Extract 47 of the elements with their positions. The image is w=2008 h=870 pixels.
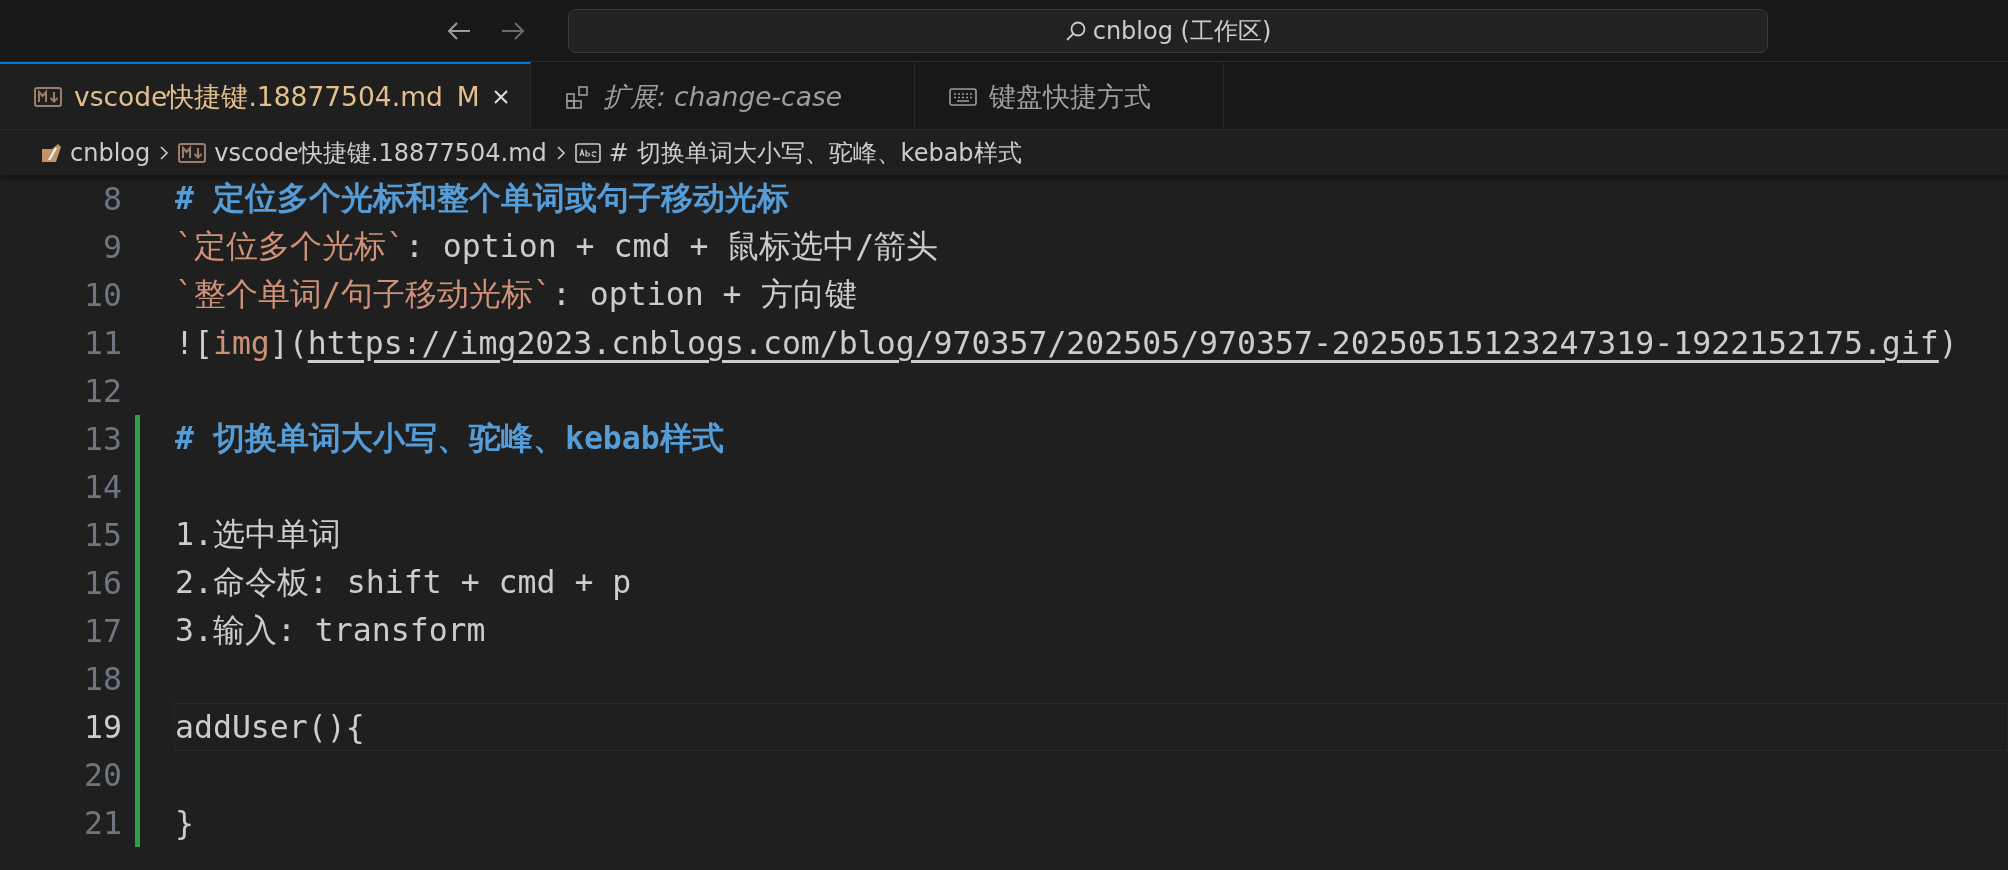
code-text: 1.选中单词: [175, 515, 341, 554]
code-text: : option + 方向键: [551, 275, 857, 314]
breadcrumb-item[interactable]: vscode快捷键.18877504.md: [214, 136, 547, 169]
code-text: addUser(){: [175, 709, 365, 745]
markdown-icon: [34, 86, 62, 107]
code-text: ![: [175, 325, 213, 361]
line-number: 20: [83, 757, 122, 793]
search-icon: [1064, 19, 1087, 42]
keyboard-icon: [949, 87, 977, 106]
heading-text: # 定位多个光标和整个单词或句子移动光标: [175, 179, 789, 218]
line-number: 13: [83, 421, 122, 457]
line-number: 19: [83, 709, 122, 745]
code-text: 2.命令板: shift + cmd + p: [175, 563, 632, 602]
chevron-icon: [554, 143, 567, 162]
line-number: 8: [102, 181, 122, 217]
code-text: }: [175, 805, 194, 841]
line-number: 15: [83, 517, 122, 553]
line-number: 16: [83, 565, 122, 601]
close-icon[interactable]: [491, 87, 510, 106]
link-url[interactable]: https://img2023.cnblogs.com/blog/970357/202505/970357-20250515123247319-1922152175.gif: [307, 325, 1939, 361]
extensions-icon: [564, 83, 591, 110]
code-text: `整个单词/句子移动光标`: [175, 275, 552, 314]
code-text: img: [212, 325, 270, 361]
heading-text: # 切换单词大小写、驼峰、kebab样式: [175, 419, 724, 458]
line-number: 14: [83, 469, 122, 505]
command-center-search[interactable]: cnblog (工作区): [568, 8, 1768, 53]
code-text: : option + cmd + 鼠标选中/箭头: [404, 227, 939, 266]
code-text: 3.输入: transform: [175, 611, 486, 650]
line-number: 11: [83, 325, 122, 361]
abc-symbol-icon: [574, 142, 601, 163]
modified-status-letter: M: [456, 81, 480, 112]
line-number: 21: [83, 805, 122, 841]
breadcrumb-item[interactable]: # 切换单词大小写、驼峰、kebab样式: [608, 136, 1022, 169]
line-number: 10: [83, 277, 122, 313]
line-number: 9: [102, 229, 122, 265]
code-text: ): [1938, 325, 1958, 361]
editor-tab[interactable]: vscode快捷键.18877504.md M: [0, 62, 531, 129]
line-number: 12: [83, 373, 122, 409]
code-text: `定位多个光标`: [175, 227, 405, 266]
markdown-icon: [178, 142, 207, 163]
line-number: 18: [83, 661, 122, 697]
search-text: cnblog (工作区): [1092, 15, 1272, 47]
code-text: ](: [269, 325, 308, 361]
line-number: 17: [83, 613, 122, 649]
breadcrumb-item[interactable]: cnblog: [70, 138, 151, 167]
chevron-icon: [158, 143, 171, 162]
folder-icon: [40, 142, 62, 163]
